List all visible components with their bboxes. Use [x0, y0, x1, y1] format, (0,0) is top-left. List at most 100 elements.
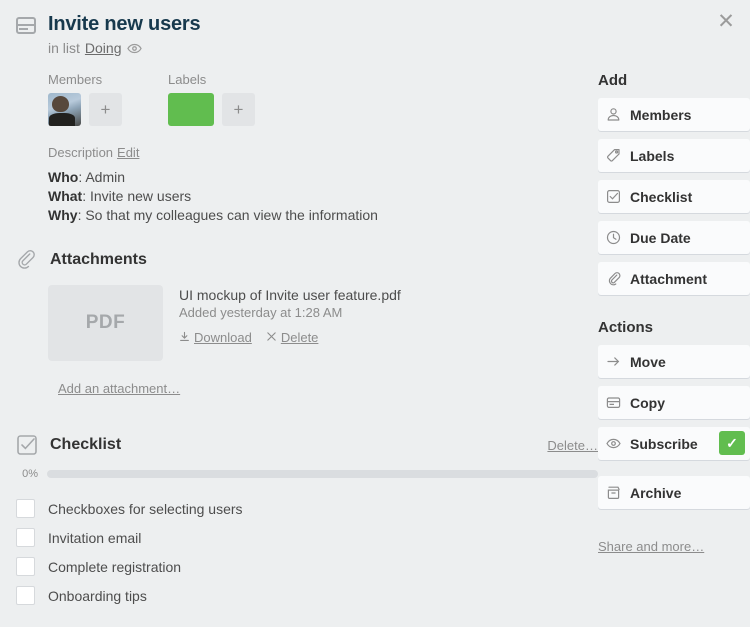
- progress-percent: 0%: [22, 468, 38, 480]
- add-checklist-button[interactable]: Checklist: [598, 180, 750, 213]
- members-section: Members +: [48, 72, 122, 126]
- card-icon: [16, 17, 36, 34]
- checklist-icon: [16, 434, 38, 456]
- progress-bar: [47, 470, 598, 478]
- description-line-value: Admin: [85, 169, 126, 185]
- description-line: Why: So that my colleagues can view the …: [48, 206, 598, 225]
- eye-icon: [606, 436, 621, 451]
- sidebar-button-label: Subscribe: [630, 435, 698, 452]
- checklist-icon: [606, 189, 621, 204]
- checklist-item-label: Invitation email: [48, 529, 142, 546]
- add-due-date-button[interactable]: Due Date: [598, 221, 750, 254]
- description-section: Description Edit Who: Admin What: Invite …: [0, 126, 598, 225]
- sidebar-button-label: Members: [630, 106, 692, 123]
- sidebar-button-label: Move: [630, 353, 666, 370]
- arrow-right-icon: [606, 354, 621, 369]
- add-attachment-link[interactable]: Add an attachment…: [58, 381, 180, 396]
- checklist-delete-link[interactable]: Delete…: [547, 438, 598, 453]
- sidebar-button-label: Labels: [630, 147, 675, 164]
- download-label[interactable]: Download: [194, 330, 252, 345]
- description-label: Description: [48, 145, 114, 160]
- delete-label[interactable]: Delete: [281, 330, 319, 345]
- add-labels-button[interactable]: Labels: [598, 139, 750, 172]
- add-member-button[interactable]: +: [89, 93, 122, 126]
- checklist-item[interactable]: Onboarding tips: [16, 581, 598, 610]
- attachment-download[interactable]: Download: [179, 330, 252, 345]
- checklist-item[interactable]: Invitation email: [16, 523, 598, 552]
- archive-icon: [606, 485, 621, 500]
- checklist-item[interactable]: Complete registration: [16, 552, 598, 581]
- checklist-item-checkbox[interactable]: [16, 528, 35, 547]
- actions-section-heading: Actions: [598, 319, 654, 336]
- attachment-item: PDF UI mockup of Invite user feature.pdf…: [0, 271, 598, 361]
- add-label-button[interactable]: +: [222, 93, 255, 126]
- label-green[interactable]: [168, 93, 214, 126]
- sidebar: Add Members Labels Checklist Due Date Attach…: [598, 0, 750, 556]
- checklist-item-label: Complete registration: [48, 558, 182, 575]
- attachment-date: Added yesterday at 1:28 AM: [179, 305, 343, 320]
- card-main-column: Invite new users in list Doing Members +: [0, 0, 598, 610]
- clock-icon: [606, 230, 621, 245]
- description-edit-link[interactable]: Edit: [117, 145, 139, 160]
- attachment-delete[interactable]: Delete: [266, 330, 319, 345]
- action-copy-button[interactable]: Copy: [598, 386, 750, 419]
- list-name-link[interactable]: Doing: [85, 40, 122, 56]
- description-heading: Description Edit: [48, 145, 598, 160]
- labels-section: Labels +: [168, 72, 255, 126]
- pdf-thumbnail[interactable]: PDF: [48, 285, 163, 361]
- paperclip-icon: [606, 271, 621, 286]
- checklist-item[interactable]: Checkboxes for selecting users: [16, 494, 598, 523]
- card-icon: [606, 395, 621, 410]
- attachments-header: Attachments: [0, 249, 598, 271]
- avatar[interactable]: [48, 93, 81, 126]
- checklist-item-label: Checkboxes for selecting users: [48, 500, 243, 517]
- share-and-more-link[interactable]: Share and more…: [598, 539, 704, 554]
- card-subtitle: in list Doing: [48, 40, 598, 56]
- description-line-key: What: [48, 188, 83, 204]
- checklist-item-checkbox[interactable]: [16, 586, 35, 605]
- checklist-header: Checklist Delete…: [0, 434, 598, 456]
- subscribed-badge: ✓: [719, 431, 745, 455]
- action-subscribe-button[interactable]: Subscribe ✓: [598, 427, 750, 460]
- description-line-key: Who: [48, 169, 79, 185]
- members-heading: Members: [48, 72, 103, 87]
- checklist-section: Checklist Delete… 0% Checkboxes for sele…: [0, 398, 598, 610]
- sidebar-button-label: Checklist: [630, 188, 693, 205]
- card-detail-window: ✕ Invite new users in list Doing Members: [0, 0, 750, 627]
- checklist-progress: 0%: [0, 456, 598, 480]
- add-members-button[interactable]: Members: [598, 98, 750, 131]
- checklist-items: Checkboxes for selecting users Invitation…: [0, 480, 598, 610]
- add-attachment-button[interactable]: Attachment: [598, 262, 750, 295]
- attachments-heading: Attachments: [50, 251, 147, 268]
- attachment-name[interactable]: UI mockup of Invite user feature.pdf: [179, 287, 401, 303]
- page-title: Invite new users: [48, 13, 201, 35]
- attachments-section: Attachments PDF UI mockup of Invite user…: [0, 225, 598, 398]
- sidebar-button-label: Archive: [630, 484, 682, 501]
- sidebar-button-label: Due Date: [630, 229, 691, 246]
- description-line: Who: Admin: [48, 168, 598, 187]
- description-body: Who: Admin What: Invite new users Why: S…: [48, 168, 598, 225]
- checklist-heading: Checklist: [50, 436, 122, 453]
- description-line: What: Invite new users: [48, 187, 598, 206]
- card-header: Invite new users in list Doing: [0, 0, 598, 56]
- description-line-value: So that my colleagues can view the infor…: [85, 207, 378, 223]
- add-section-heading: Add: [598, 72, 628, 89]
- person-icon: [606, 107, 621, 122]
- description-line-sep: :: [82, 188, 90, 204]
- description-line-value: Invite new users: [90, 188, 192, 204]
- checklist-item-checkbox[interactable]: [16, 499, 35, 518]
- paperclip-icon: [16, 249, 38, 271]
- download-icon: [179, 330, 190, 345]
- in-list-label: in list: [48, 40, 80, 56]
- action-move-button[interactable]: Move: [598, 345, 750, 378]
- checklist-item-label: Onboarding tips: [48, 587, 147, 604]
- members-labels-row: Members + Labels +: [0, 56, 598, 126]
- close-icon: [266, 330, 277, 345]
- labels-heading: Labels: [168, 72, 207, 87]
- action-archive-button[interactable]: Archive: [598, 476, 750, 509]
- checklist-item-checkbox[interactable]: [16, 557, 35, 576]
- eye-icon: [126, 43, 142, 54]
- sidebar-button-label: Copy: [630, 394, 665, 411]
- sidebar-button-label: Attachment: [630, 270, 708, 287]
- tag-icon: [606, 148, 621, 163]
